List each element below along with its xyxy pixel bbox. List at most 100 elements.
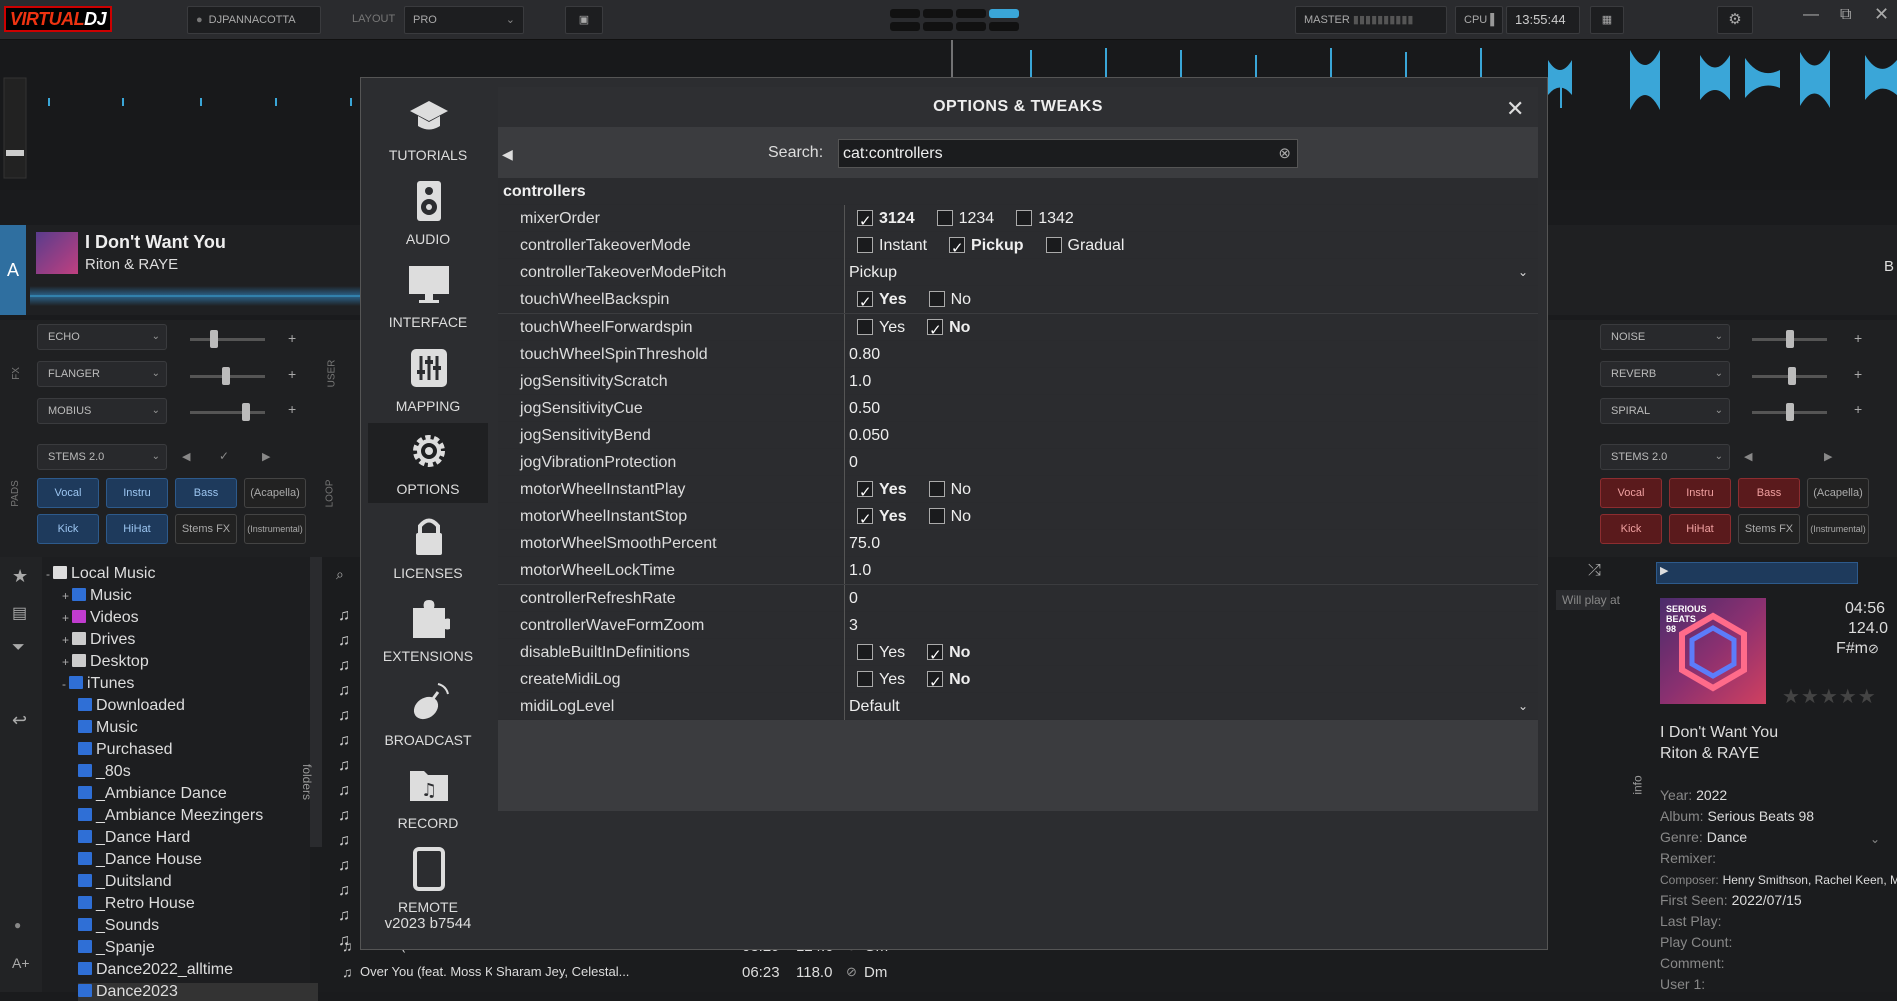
tree-item[interactable]: _Dance House [78, 851, 202, 869]
layout-slot-8[interactable] [989, 22, 1019, 31]
option-value[interactable]: 0 [844, 584, 1538, 612]
deck-a-pad-stems-fx[interactable]: Stems FX [175, 514, 237, 544]
expand-icon[interactable]: + [62, 655, 69, 669]
option-value[interactable]: Default ⌄ [844, 692, 1538, 720]
tree-item[interactable]: Dance2022_alltime [78, 961, 233, 979]
option-value[interactable]: 75.0 [844, 530, 1538, 558]
option-value[interactable]: 0.80 [844, 340, 1538, 368]
option-value[interactable]: Instant Pickup Gradual [844, 232, 1538, 262]
deck-b-pad-instrumental[interactable]: (Instrumental) [1807, 514, 1869, 544]
nav-extensions[interactable]: EXTENSIONS [368, 590, 488, 670]
option-value[interactable]: 1.0 [844, 557, 1538, 585]
back-arrow-icon[interactable]: ◀ [502, 146, 513, 163]
minimize-icon[interactable]: — [1803, 6, 1819, 24]
deck-b-fx-2-add-icon[interactable]: + [1854, 366, 1862, 382]
checkbox[interactable] [1045, 237, 1062, 254]
nav-interface[interactable]: INTERFACE [368, 256, 488, 336]
tree-item[interactable]: _Sounds [78, 917, 159, 935]
clear-search-icon[interactable]: ⊗ [1278, 140, 1291, 167]
layout-slot-2[interactable] [923, 9, 953, 18]
deck-b-pad-vocal[interactable]: Vocal [1600, 478, 1662, 508]
deck-a-fx-3-select[interactable]: MOBIUS ⌄ [37, 398, 167, 424]
cube-icon[interactable]: ▣ [565, 6, 603, 34]
nav-record[interactable]: ♫ RECORD [368, 757, 488, 837]
option-value[interactable]: Yes No [844, 638, 1538, 669]
preview-waveform[interactable] [1656, 562, 1858, 584]
collapse-icon[interactable]: - [46, 567, 50, 581]
tree-item[interactable]: Music [78, 719, 138, 737]
deck-a-fx-2-add-icon[interactable]: + [288, 366, 296, 382]
tree-item[interactable]: _Retro House [78, 895, 195, 913]
tree-item[interactable]: _Ambiance Meezingers [78, 807, 263, 825]
tree-item[interactable]: - iTunes [62, 675, 134, 693]
close-dialog-icon[interactable]: ✕ [1506, 96, 1524, 122]
checkbox[interactable] [928, 481, 945, 498]
tree-item[interactable]: + Desktop [62, 653, 149, 671]
option-value[interactable]: 3 [844, 611, 1538, 639]
checkbox[interactable] [928, 508, 945, 525]
deck-b-fx-2-knob[interactable] [1788, 367, 1796, 385]
option-value[interactable]: Yes No [844, 476, 1538, 506]
layout-slot-6[interactable] [923, 22, 953, 31]
tree-item[interactable]: _Spanje [78, 939, 155, 957]
checkbox[interactable] [949, 235, 966, 262]
expand-icon[interactable]: + [62, 611, 69, 625]
nav-broadcast[interactable]: BROADCAST [368, 674, 488, 754]
option-value[interactable]: 0 [844, 449, 1538, 476]
deck-a-check-icon[interactable]: ✓ [219, 449, 229, 463]
deck-a-stems-select[interactable]: STEMS 2.0 ⌄ [37, 444, 167, 470]
preview-play-icon[interactable]: ▶ [1660, 564, 1668, 577]
option-value[interactable]: Yes No [844, 503, 1538, 533]
layout-slot-1[interactable] [890, 9, 920, 18]
layout-slot-7[interactable] [956, 22, 986, 31]
options-search-input[interactable]: cat:controllers ⊗ [838, 139, 1298, 168]
expand-icon[interactable]: + [62, 633, 69, 647]
checkbox[interactable] [857, 289, 873, 316]
deck-a-next-page-icon[interactable]: ▶ [262, 450, 270, 463]
checkbox[interactable] [936, 210, 953, 227]
maximize-icon[interactable]: ⧉ [1840, 6, 1851, 24]
checkbox[interactable] [857, 643, 873, 660]
deck-a-pad-instrumental[interactable]: (Instrumental) [244, 514, 306, 544]
deck-b-prev-page-icon[interactable]: ◀ [1744, 450, 1752, 463]
tree-item[interactable]: - Local Music [46, 565, 155, 583]
user-account-button[interactable]: ● DJPANNACOTTA [187, 6, 321, 34]
deck-b-pad-kick[interactable]: Kick [1600, 514, 1662, 544]
tree-item[interactable]: _Ambiance Dance [78, 785, 227, 803]
deck-a-pad-acapella[interactable]: (Acapella) [244, 478, 306, 508]
deck-b-fx-2-select[interactable]: REVERB ⌄ [1600, 361, 1730, 387]
calendar-icon[interactable]: ▦ [1590, 6, 1624, 34]
deck-a-prev-page-icon[interactable]: ◀ [182, 450, 190, 463]
deck-a-mini-waveform[interactable] [30, 286, 360, 306]
nav-mapping[interactable]: MAPPING [368, 340, 488, 420]
layout-slot-5[interactable] [890, 22, 920, 31]
tree-item[interactable]: + Drives [62, 631, 135, 649]
deck-a-fx-1-add-icon[interactable]: + [288, 330, 296, 346]
deck-a-pad-instru[interactable]: Instru [106, 478, 168, 508]
checkbox[interactable] [857, 237, 873, 254]
back-icon[interactable]: ↩ [12, 710, 27, 731]
layout-slot-3[interactable] [956, 9, 986, 18]
favorites-star-icon[interactable]: ★ [12, 566, 28, 587]
tree-item[interactable]: _Duitsland [78, 873, 172, 891]
option-value[interactable]: Pickup ⌄ [844, 259, 1538, 287]
expand-icon[interactable]: - [62, 677, 66, 691]
deck-a-pad-bass[interactable]: Bass [175, 478, 237, 508]
nav-tutorials[interactable]: TUTORIALS [368, 89, 488, 169]
checkbox[interactable] [928, 291, 945, 308]
checkbox[interactable] [927, 669, 944, 696]
sideview-toggle-icon[interactable]: ● [14, 918, 21, 932]
nav-remote[interactable]: REMOTE [368, 841, 488, 921]
tree-item[interactable]: _Dance Hard [78, 829, 190, 847]
info-tab[interactable]: info [1631, 775, 1645, 794]
tree-item[interactable]: Downloaded [78, 697, 185, 715]
folder-tree-scrollbar[interactable] [310, 557, 322, 847]
option-value[interactable]: 3124 1234 1342 [844, 205, 1538, 235]
option-value[interactable]: Yes No [844, 313, 1538, 344]
tree-item[interactable]: _80s [78, 763, 131, 781]
deck-b-pad-bass[interactable]: Bass [1738, 478, 1800, 508]
deck-a-fx-2-select[interactable]: FLANGER ⌄ [37, 361, 167, 387]
add-folder-icon[interactable]: ▤ [12, 603, 27, 623]
genre-dropdown-icon[interactable]: ⌄ [1870, 832, 1880, 846]
option-value[interactable]: 0.50 [844, 394, 1538, 422]
